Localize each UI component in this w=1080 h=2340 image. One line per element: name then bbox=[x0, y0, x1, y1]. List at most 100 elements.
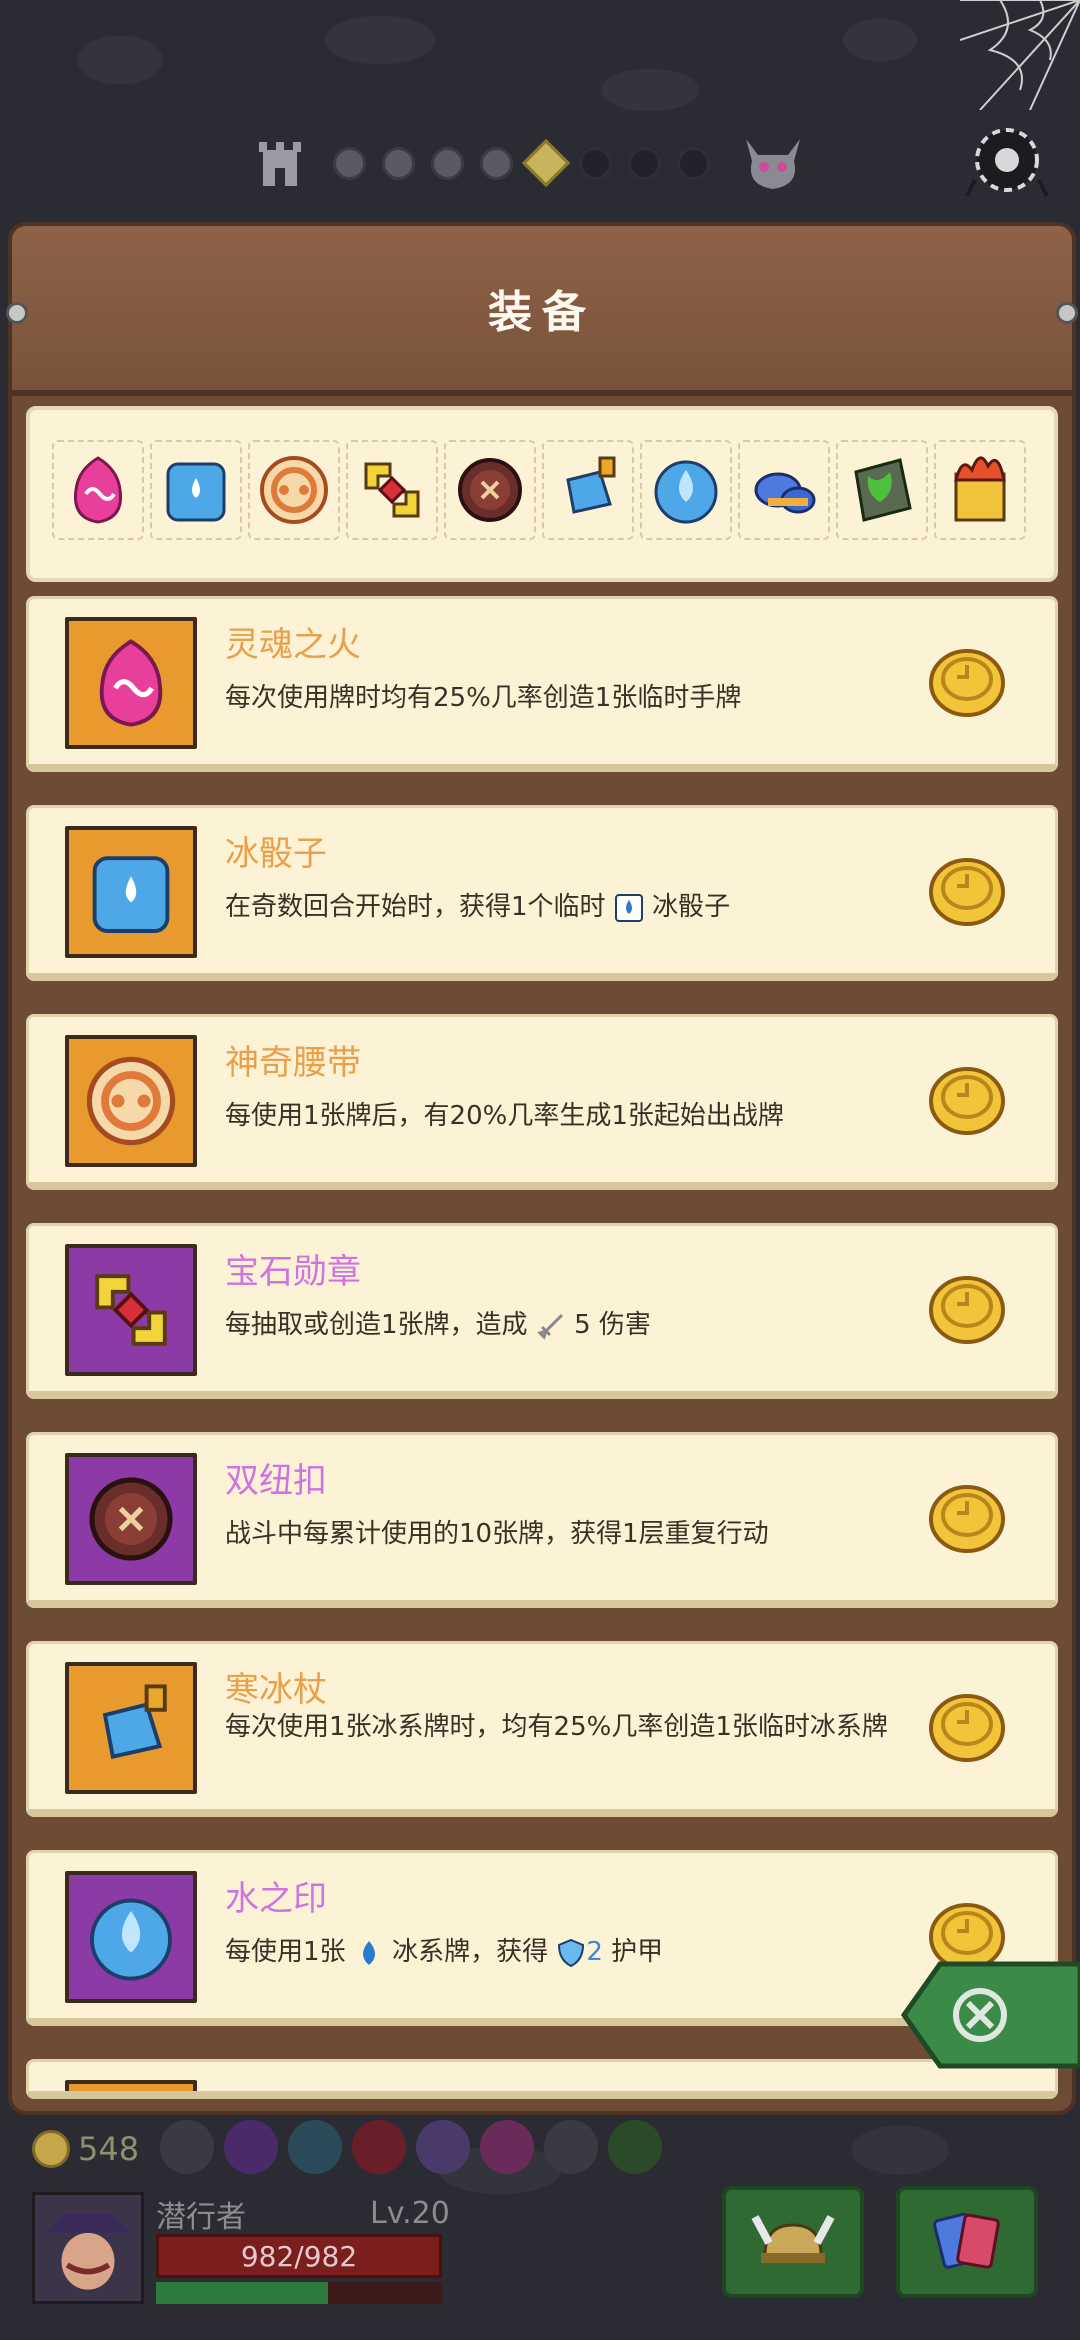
strip-slot-mushroom[interactable] bbox=[738, 440, 830, 540]
item-description-text: 每使用1张 bbox=[225, 1937, 346, 1967]
panel-header: 装备 bbox=[6, 226, 1078, 396]
gold-coin-icon bbox=[929, 1485, 1005, 1553]
equipment-button[interactable] bbox=[722, 2186, 864, 2298]
viking-helmet-icon bbox=[751, 2215, 835, 2263]
item-name: 水之印 bbox=[225, 1879, 327, 1919]
double-button-icon bbox=[458, 458, 522, 522]
item-icon-frame bbox=[65, 1244, 197, 1376]
sword-icon bbox=[537, 1313, 563, 1340]
player-name: 潜行者 bbox=[156, 2200, 246, 2235]
stage-dot bbox=[480, 146, 513, 180]
gem-medal-icon bbox=[364, 462, 420, 518]
shield-icon bbox=[558, 1938, 585, 1967]
gold-coin-icon bbox=[929, 1276, 1005, 1344]
ice-dice-inline-icon bbox=[614, 893, 643, 922]
boss-skull-icon bbox=[746, 139, 800, 189]
equipment-list: 灵魂之火 每次使用牌时均有25%几率创造1张临时手牌 冰骰子 在奇数回合开始时，… bbox=[26, 596, 1058, 2132]
spider-icon bbox=[160, 2120, 214, 2174]
ice-dice-icon bbox=[92, 856, 170, 933]
gold-coin-icon bbox=[32, 2130, 70, 2168]
item-name: 宝石勋章 bbox=[225, 1252, 361, 1292]
stage-dot bbox=[628, 146, 661, 180]
cards-icon bbox=[933, 2212, 1000, 2269]
green-monster-icon bbox=[608, 2120, 662, 2174]
tower-icon bbox=[259, 142, 301, 186]
item-icon-frame bbox=[65, 2080, 197, 2091]
item-description: 每次使用1张冰系牌时，均有25%几率创造1张临时冰系牌 bbox=[225, 1712, 888, 1742]
stage-dot bbox=[431, 146, 464, 180]
gold-coin-icon bbox=[929, 649, 1005, 717]
flame-cube-icon bbox=[954, 456, 1006, 522]
strip-slot-magic-belt[interactable] bbox=[248, 440, 340, 540]
item-description: 每次使用牌时均有25%几率创造1张临时手牌 bbox=[225, 683, 742, 713]
item-description: 每使用1张 冰系牌，获得 2 护甲 bbox=[225, 1935, 935, 1969]
stage-dot bbox=[677, 146, 710, 180]
gold-value: 548 bbox=[78, 2130, 140, 2168]
xp-fill bbox=[156, 2282, 328, 2304]
rogue-portrait-icon bbox=[44, 2213, 132, 2290]
spiral-icon bbox=[416, 2120, 470, 2174]
item-name: 双纽扣 bbox=[225, 1461, 327, 1501]
xp-bar bbox=[156, 2282, 442, 2304]
strip-slot-flame-cube[interactable] bbox=[934, 440, 1026, 540]
magic-belt-icon bbox=[260, 456, 328, 524]
item-name: 冰骰子 bbox=[225, 834, 327, 874]
stage-dot bbox=[579, 146, 612, 180]
item-description-text: 护甲 bbox=[602, 1937, 664, 1967]
strip-slot-ice-dice[interactable] bbox=[150, 440, 242, 540]
hp-bar: 982/982 bbox=[156, 2234, 442, 2278]
water-drop-icon bbox=[362, 1940, 375, 1965]
item-description-text: 在奇数回合开始时，获得1个临时 bbox=[225, 892, 606, 922]
slime-icon bbox=[480, 2120, 534, 2174]
moss-stone-icon bbox=[854, 458, 912, 522]
soul-fire-icon bbox=[99, 639, 163, 727]
list-item[interactable]: 宝石勋章 每抽取或创造1张牌，造成 5 伤害 bbox=[26, 1223, 1058, 1399]
water-seal-icon bbox=[654, 460, 718, 524]
gold-coin-icon bbox=[929, 1694, 1005, 1762]
item-description: 每抽取或创造1张牌，造成 5 伤害 bbox=[225, 1308, 935, 1342]
strip-slot-frost-staff[interactable] bbox=[542, 440, 634, 540]
item-icon-frame bbox=[65, 1662, 197, 1794]
enemy-roster bbox=[160, 2120, 662, 2174]
strip-slot-soul-fire[interactable] bbox=[52, 440, 144, 540]
settings-gear-icon[interactable] bbox=[965, 118, 1049, 202]
item-description: 战斗中每累计使用的10张牌，获得1层重复行动 bbox=[225, 1519, 769, 1549]
mushroom-icon bbox=[754, 472, 816, 514]
player-avatar[interactable] bbox=[32, 2192, 144, 2304]
item-name: 神奇腰带 bbox=[225, 1043, 361, 1083]
list-item[interactable]: 冰骰子 在奇数回合开始时，获得1个临时 冰骰子 bbox=[26, 805, 1058, 981]
strip-slot-water-seal[interactable] bbox=[640, 440, 732, 540]
nail bbox=[1056, 302, 1078, 324]
armor-value: 2 bbox=[586, 1937, 603, 1967]
equipment-panel: 装备 灵魂之火 每次使用牌时均有25%几率创造1张临时手牌 冰骰子 在奇数回合开… bbox=[6, 222, 1078, 2115]
stage-dot bbox=[382, 146, 415, 180]
pentagon-icon bbox=[544, 2120, 598, 2174]
double-button-icon bbox=[89, 1477, 173, 1561]
ghost-icon bbox=[224, 2120, 278, 2174]
item-description-text: 5 伤害 bbox=[574, 1310, 651, 1340]
mushroom-monster-icon bbox=[288, 2120, 342, 2174]
ice-dice-icon bbox=[166, 462, 226, 522]
deck-button[interactable] bbox=[896, 2186, 1038, 2298]
strip-slot-gem-medal[interactable] bbox=[346, 440, 438, 540]
hp-value: 982/982 bbox=[240, 2239, 358, 2273]
player-level: Lv.20 bbox=[370, 2196, 450, 2231]
item-description: 每使用1张牌后，有20%几率生成1张起始出战牌 bbox=[225, 1101, 784, 1131]
gold-coin-icon bbox=[929, 858, 1005, 926]
water-seal-icon bbox=[90, 1898, 172, 1981]
equipment-strip bbox=[26, 406, 1058, 582]
item-name: 灵魂之火 bbox=[225, 625, 361, 665]
panel-title: 装备 bbox=[488, 287, 596, 338]
soul-fire-icon bbox=[73, 456, 123, 524]
list-item[interactable]: 神奇腰带 每使用1张牌后，有20%几率生成1张起始出战牌 bbox=[26, 1014, 1058, 1190]
list-item[interactable]: 寒冰杖 每次使用1张冰系牌时，均有25%几率创造1张临时冰系牌 bbox=[26, 1641, 1058, 1817]
frost-staff-icon bbox=[102, 1684, 167, 1759]
list-item[interactable]: 灵魂之火 每次使用牌时均有25%几率创造1张临时手牌 bbox=[26, 596, 1058, 772]
list-item[interactable]: 双纽扣 战斗中每累计使用的10张牌，获得1层重复行动 bbox=[26, 1432, 1058, 1608]
gem-medal-icon bbox=[95, 1274, 167, 1346]
strip-slot-double-button[interactable] bbox=[444, 440, 536, 540]
strip-slot-moss-stone[interactable] bbox=[836, 440, 928, 540]
gold-coin-icon bbox=[929, 1067, 1005, 1135]
close-button[interactable] bbox=[900, 1960, 1080, 2070]
item-name: 寒冰杖 bbox=[225, 1670, 327, 1710]
